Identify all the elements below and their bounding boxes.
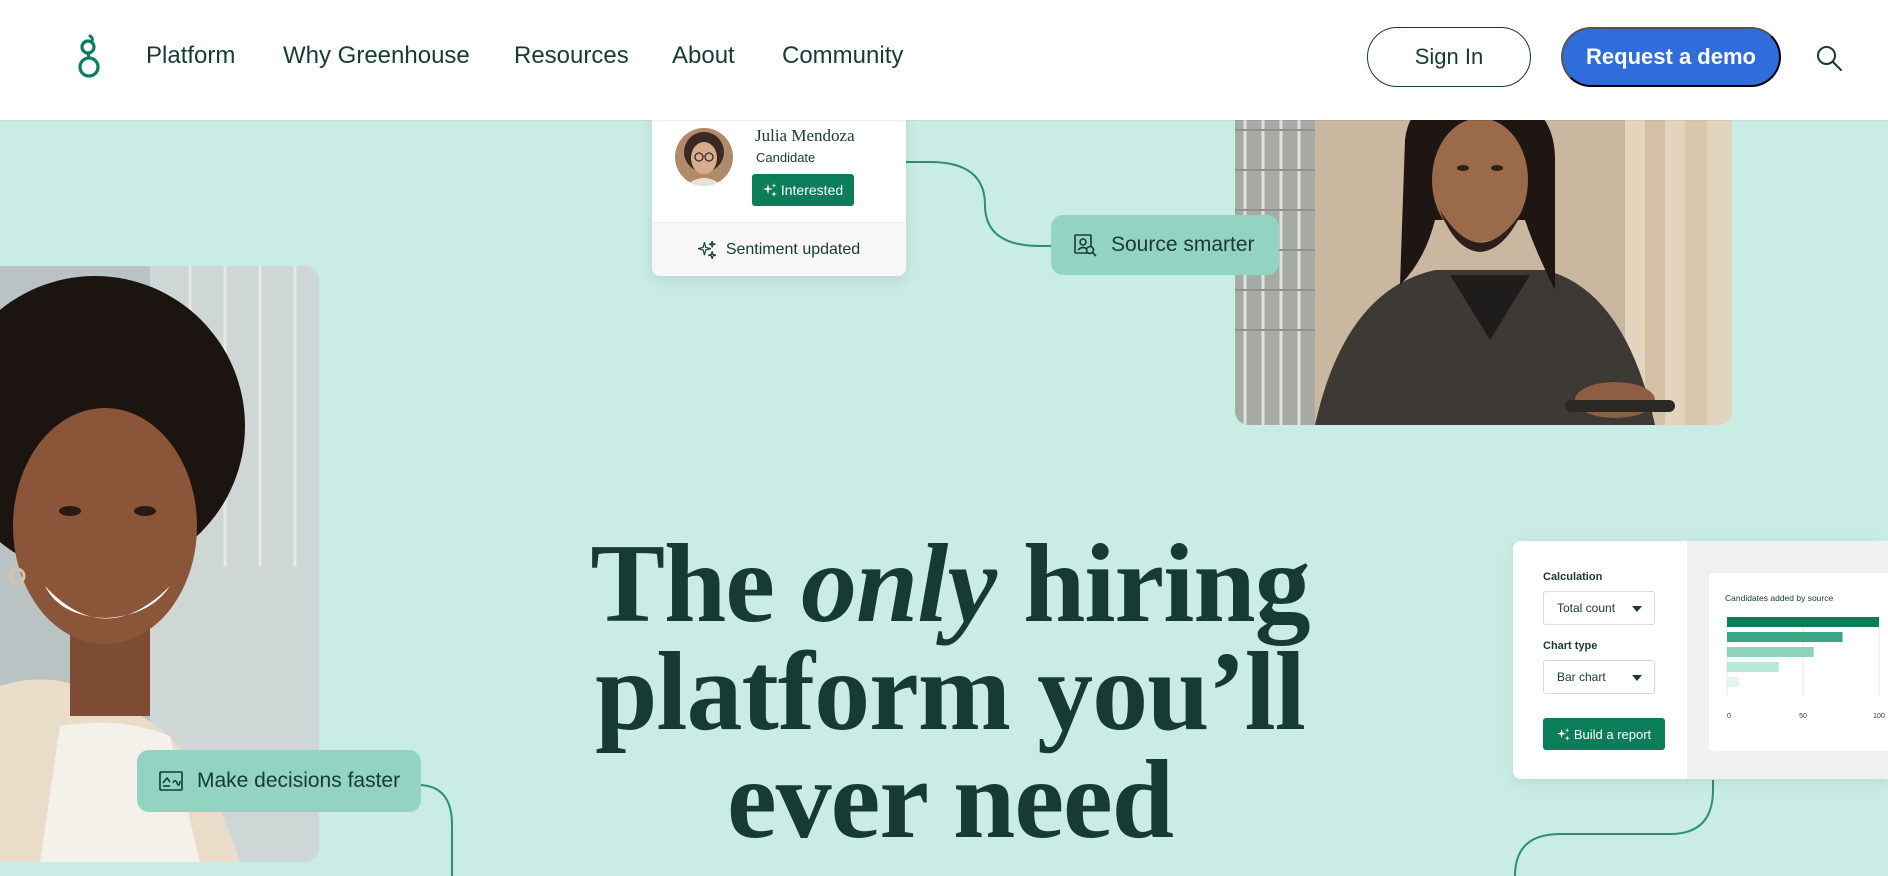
chart-title: Candidates added by source [1725,593,1834,603]
chart-panel: Candidates added by source 0 50 100 [1709,573,1888,751]
sign-in-button[interactable]: Sign In [1367,27,1531,87]
source-smarter-label: Source smarter [1111,233,1255,256]
build-report-button[interactable]: Build a report [1543,718,1665,750]
candidate-card: Julia Mendoza Candidate Interested Senti… [652,110,906,276]
x-tick-label: 100 [1873,713,1885,720]
candidate-role: Candidate [756,150,816,165]
nav-resources[interactable]: Resources [514,42,629,70]
profile-search-icon [1074,234,1097,257]
x-tick-label: 0 [1727,713,1731,720]
build-report-label: Build a report [1573,726,1652,742]
site-header: Platform Why Greenhouse Resources About … [0,0,1888,120]
chart-bar [1727,632,1843,642]
chart-type-value: Bar chart [1557,670,1606,684]
source-smarter-pill: Source smarter [1051,215,1279,275]
caret-down-icon [1632,606,1642,612]
nav-community[interactable]: Community [782,42,903,70]
greenhouse-logo-icon[interactable] [76,34,102,82]
report-controls: Calculation Total count Chart type Bar c… [1513,541,1687,779]
calculation-value: Total count [1557,601,1616,615]
bar-chart: 0 50 100 [1726,617,1885,720]
chart-bar [1727,617,1879,627]
headline-part-1: The [590,522,802,646]
chart-type-label: Chart type [1543,640,1598,652]
report-preview: Candidates added by source 0 50 100 [1687,541,1888,779]
nav-why-greenhouse[interactable]: Why Greenhouse [283,42,470,70]
interested-tag: Interested [752,174,854,206]
candidate-avatar [675,128,733,186]
headline-emphasis: only [801,522,997,646]
nav-about[interactable]: About [672,42,735,70]
chart-type-select[interactable]: Bar chart [1543,660,1655,694]
search-icon[interactable] [1815,44,1843,72]
man-portrait-photo [1235,100,1732,425]
calculation-label: Calculation [1543,571,1603,583]
make-decisions-pill: Make decisions faster [137,750,421,812]
nav-platform[interactable]: Platform [146,42,235,70]
candidate-name: Julia Mendoza [755,126,855,145]
request-demo-button[interactable]: Request a demo [1561,27,1781,87]
sentiment-text: Sentiment updated [725,240,861,258]
chart-bar [1727,662,1779,672]
calculation-select[interactable]: Total count [1543,591,1655,625]
x-tick-label: 50 [1799,713,1807,720]
make-decisions-label: Make decisions faster [197,769,401,792]
report-builder-card: Calculation Total count Chart type Bar c… [1513,541,1888,779]
caret-down-icon [1632,675,1642,681]
hero-headline: The only hiring platform you’ll ever nee… [540,528,1360,856]
chart-bar [1727,647,1814,657]
chart-bar [1727,677,1740,687]
sparkle-icon [1556,727,1570,741]
analytics-icon [159,771,183,791]
sentiment-footer: Sentiment updated [652,222,906,276]
sparkle-icon [762,183,777,197]
interested-tag-label: Interested [780,182,844,198]
sparkle-icon [697,240,716,259]
